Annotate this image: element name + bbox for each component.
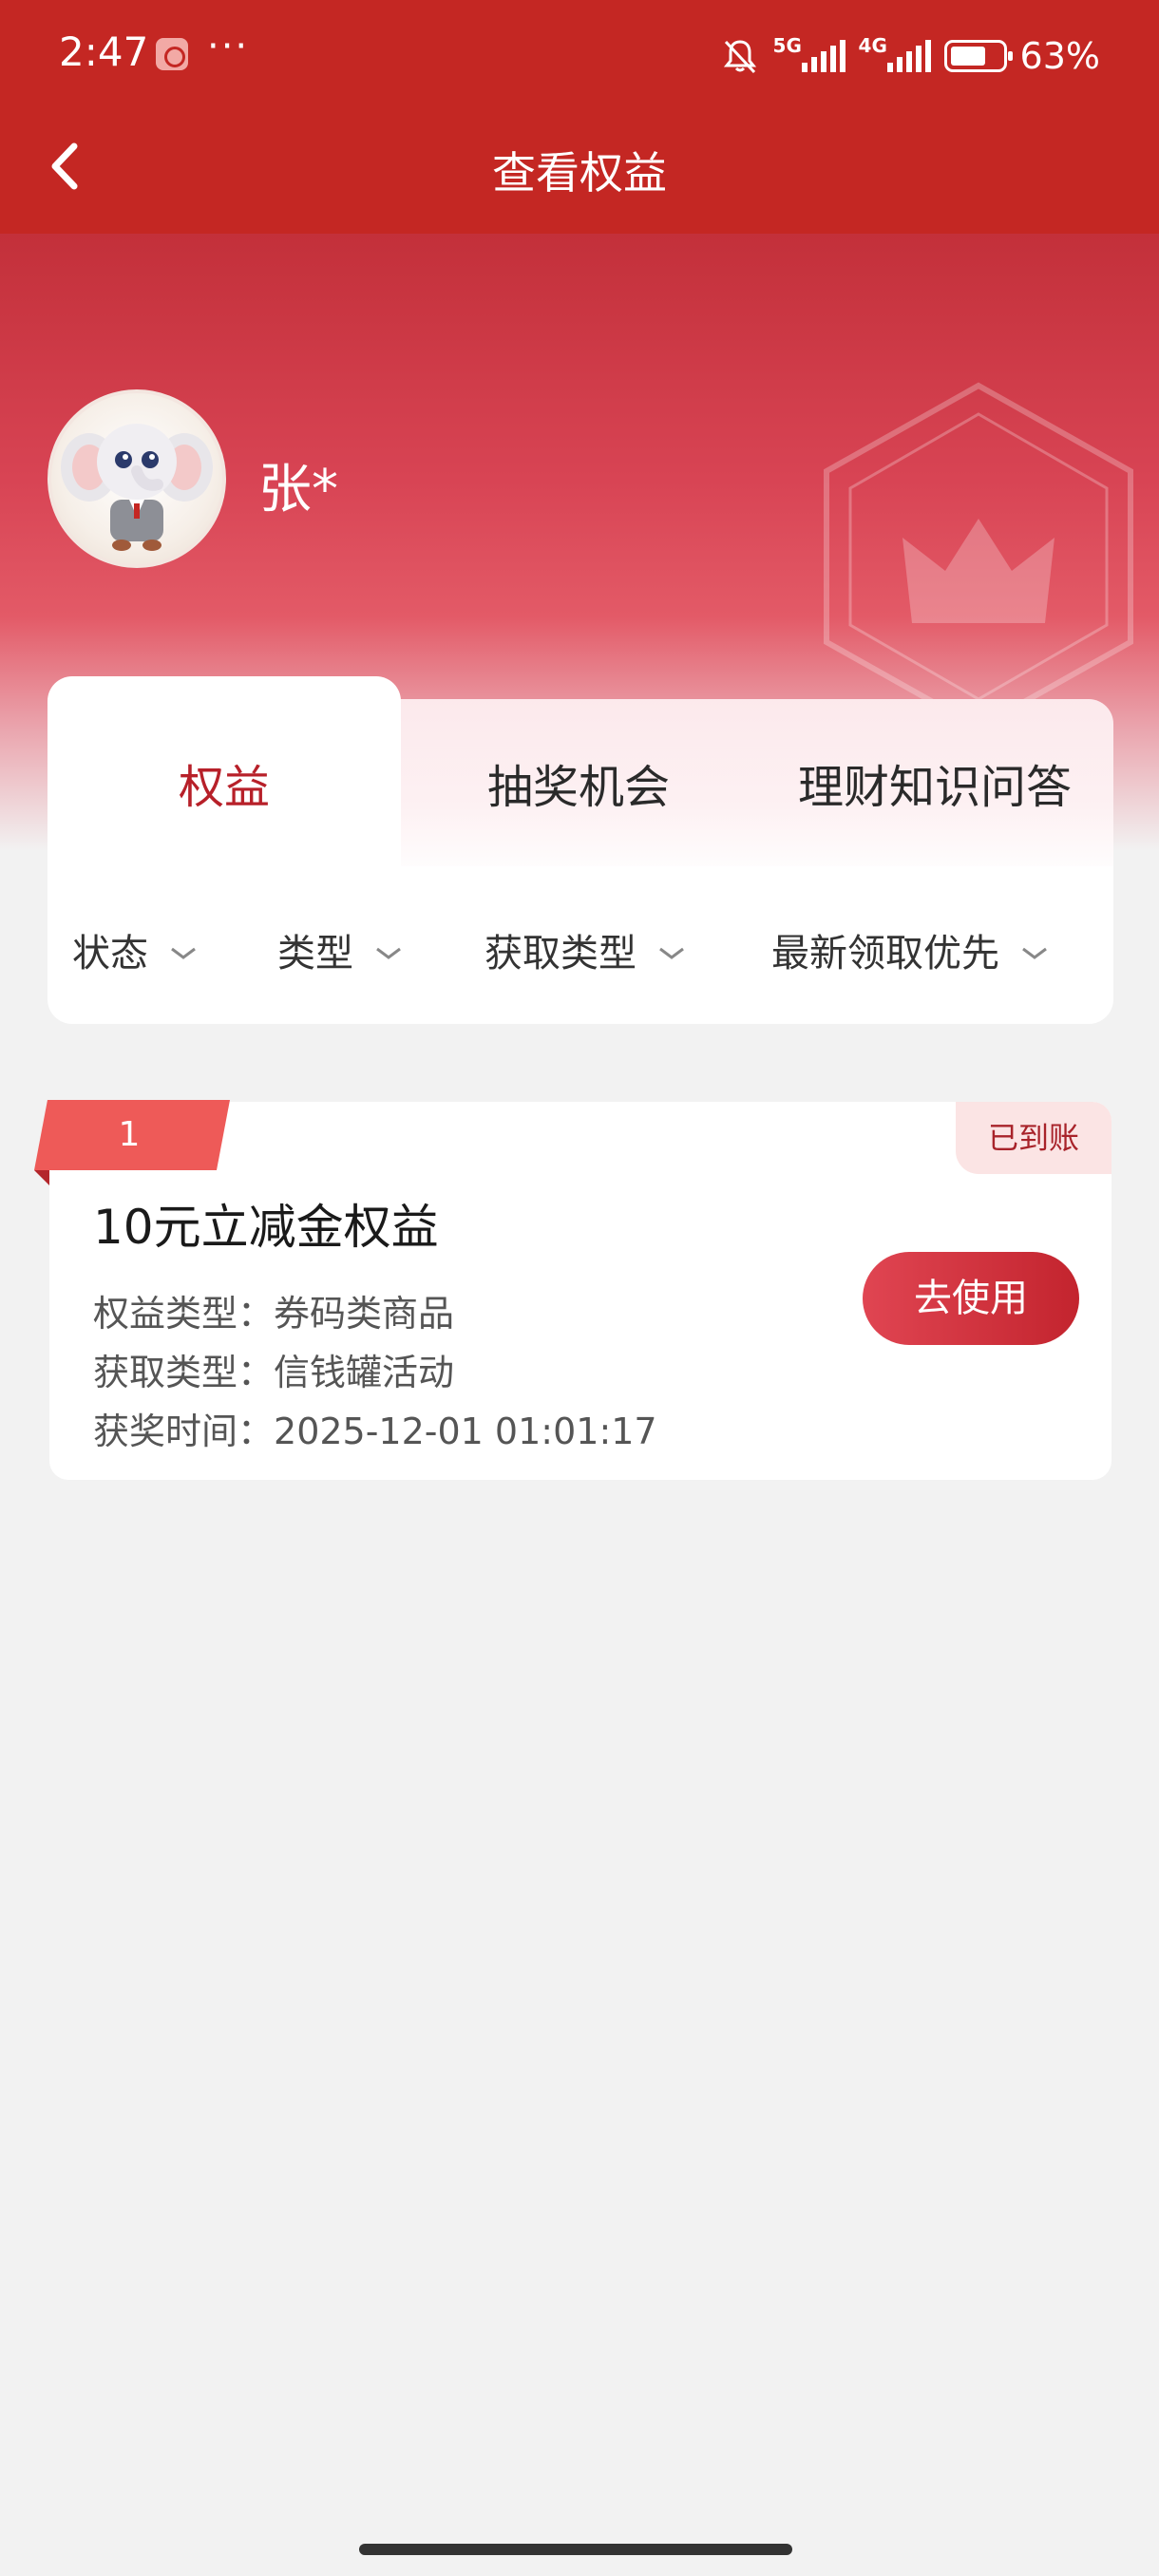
status-indicators: 5G 4G 63% bbox=[720, 32, 1100, 80]
battery-percent: 63% bbox=[1019, 35, 1100, 77]
tabs-card: 权益 抽奖机会 理财知识问答 状态 类型 获取类型 最新领取优先 bbox=[48, 676, 1113, 1024]
chevron-down-icon bbox=[171, 947, 196, 959]
status-time: 2:47 bbox=[59, 28, 149, 75]
chevron-down-icon bbox=[376, 947, 401, 959]
filter-status[interactable]: 状态 bbox=[72, 916, 198, 992]
award-time-row: 获奖时间：2025-12-01 01:01:17 bbox=[93, 1411, 657, 1452]
filter-type[interactable]: 类型 bbox=[277, 916, 403, 992]
acquire-type-row: 获取类型：信钱罐活动 bbox=[93, 1352, 455, 1393]
benefit-type-row: 权益类型：券码类商品 bbox=[93, 1293, 455, 1335]
tab-finance-quiz[interactable]: 理财知识问答 bbox=[756, 676, 1113, 880]
status-bar: 2:47 ··· 5G 4G 63% bbox=[0, 0, 1159, 112]
benefit-card[interactable]: 1 已到账 10元立减金权益 权益类型：券码类商品 获取类型：信钱罐活动 获奖时… bbox=[34, 1100, 1112, 1480]
filter-label: 最新领取优先 bbox=[771, 932, 999, 975]
user-name: 张* bbox=[258, 459, 338, 521]
elephant-mascot-icon bbox=[61, 424, 213, 551]
page-title: 查看权益 bbox=[492, 147, 667, 199]
chevron-down-icon bbox=[659, 947, 684, 959]
benefit-title: 10元立减金权益 bbox=[93, 1200, 439, 1255]
signal-4g-icon: 4G bbox=[859, 34, 931, 72]
filter-label: 获取类型 bbox=[484, 932, 636, 975]
chevron-down-icon bbox=[1022, 947, 1047, 959]
filter-row: 状态 类型 获取类型 最新领取优先 bbox=[48, 916, 1113, 992]
signal-5g-icon: 5G bbox=[773, 34, 846, 72]
filter-label: 状态 bbox=[72, 932, 148, 975]
use-button[interactable]: 去使用 bbox=[863, 1252, 1079, 1345]
filter-sort[interactable]: 最新领取优先 bbox=[771, 916, 1049, 992]
battery-icon bbox=[943, 40, 1013, 72]
tab-benefits[interactable]: 权益 bbox=[48, 676, 401, 880]
app-root: 2:47 ··· 5G 4G 63% 查看权益 张* 权益 抽奖机会 理财知识问… bbox=[0, 0, 1159, 2576]
home-indicator[interactable] bbox=[359, 2544, 792, 2555]
tab-lottery-chances[interactable]: 抽奖机会 bbox=[401, 676, 756, 880]
status-badge: 已到账 bbox=[956, 1102, 1112, 1174]
avatar[interactable] bbox=[48, 389, 226, 568]
more-notifications-icon: ··· bbox=[207, 25, 250, 68]
filter-acquire-type[interactable]: 获取类型 bbox=[484, 916, 686, 992]
filter-label: 类型 bbox=[277, 932, 353, 975]
app-notification-icon bbox=[156, 38, 188, 70]
index-ribbon: 1 bbox=[34, 1100, 247, 1185]
top-bar: 2:47 ··· 5G 4G 63% 查看权益 bbox=[0, 0, 1159, 234]
mute-bell-icon bbox=[723, 40, 756, 74]
benefit-index: 1 bbox=[118, 1115, 141, 1154]
